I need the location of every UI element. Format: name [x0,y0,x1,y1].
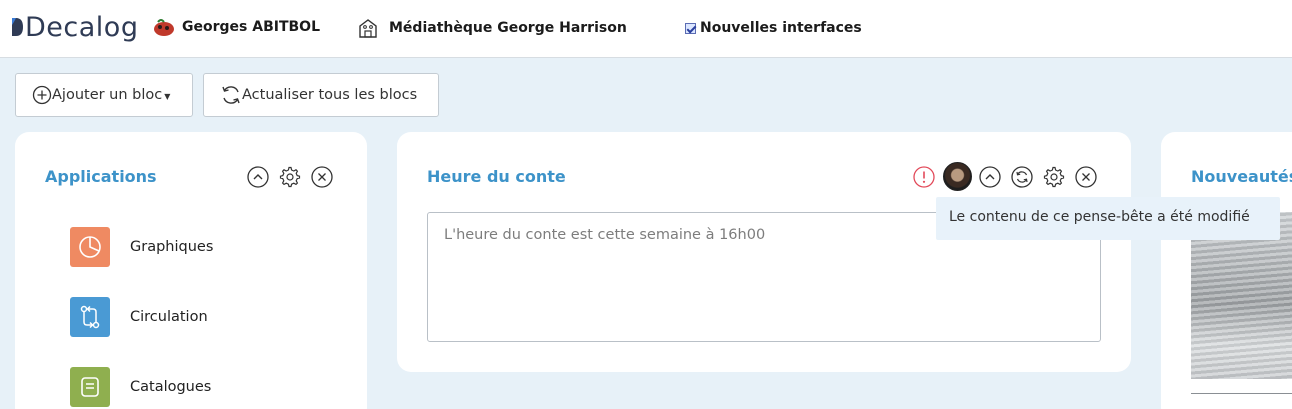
app-label-circulation: Circulation [130,309,208,325]
divider [1191,393,1292,394]
add-block-label: Ajouter un bloc [52,87,163,103]
close-button[interactable] [311,166,333,188]
nouveautes-card: Nouveautés [1161,132,1292,409]
modified-alert-button[interactable] [913,166,935,188]
add-block-button[interactable]: Ajouter un bloc ▼ [15,73,193,117]
user-name: Georges ABITBOL [182,19,320,35]
gear-icon [279,166,301,188]
alert-circle-icon [913,166,935,188]
settings-button[interactable] [279,166,301,188]
catalog-icon [70,367,110,407]
refresh-circle-icon [1011,166,1033,188]
refresh-all-label: Actualiser tous les blocs [242,87,418,103]
heure-du-conte-title: Heure du conte [427,167,566,186]
circulation-icon [70,297,110,337]
settings-button[interactable] [1043,166,1065,188]
new-interfaces-checkbox[interactable] [685,22,696,34]
heure-du-conte-card: Heure du conte L'heure du conte est cett… [397,132,1131,372]
author-avatar[interactable] [943,162,972,191]
collapse-button[interactable] [247,166,269,188]
applications-title: Applications [45,167,157,186]
user-avatar-icon [154,19,174,36]
new-interfaces-toggle[interactable]: Nouvelles interfaces [685,20,862,36]
applications-card: Applications Graphiques Circulation Cata… [15,132,367,409]
app-item-graphiques[interactable]: Graphiques [70,227,213,267]
app-label-graphiques: Graphiques [130,239,214,255]
plus-circle-icon [32,85,52,105]
pie-chart-icon [70,227,110,267]
close-button[interactable] [1075,166,1097,188]
app-item-circulation[interactable]: Circulation [70,297,208,337]
refresh-block-button[interactable] [1011,166,1033,188]
chevron-up-circle-icon [979,166,1001,188]
collapse-button[interactable] [979,166,1001,188]
chevron-down-icon: ▼ [164,91,171,101]
refresh-icon [222,86,240,104]
top-header: Decalog Georges ABITBOL Médiathèque Geor… [0,0,1292,58]
user-menu[interactable]: Georges ABITBOL [152,17,320,37]
refresh-all-button[interactable]: Actualiser tous les blocs [203,73,439,117]
library-selector[interactable]: Médiathèque George Harrison [357,17,627,39]
logo-text: Decalog [25,11,139,43]
close-circle-icon [1075,166,1097,188]
nouveautes-title: Nouveautés [1191,167,1292,186]
new-interfaces-label: Nouvelles interfaces [700,20,862,36]
modified-tooltip: Le contenu de ce pense-bête a été modifi… [936,197,1280,240]
close-circle-icon [311,166,333,188]
decalog-logo[interactable]: Decalog [10,10,138,44]
library-name: Médiathèque George Harrison [389,20,627,36]
gear-icon [1043,166,1065,188]
app-label-catalogues: Catalogues [130,379,212,395]
app-item-catalogues[interactable]: Catalogues [70,367,211,407]
library-building-icon [359,19,377,38]
logo-mark-icon [12,18,23,36]
chevron-up-circle-icon [247,166,269,188]
